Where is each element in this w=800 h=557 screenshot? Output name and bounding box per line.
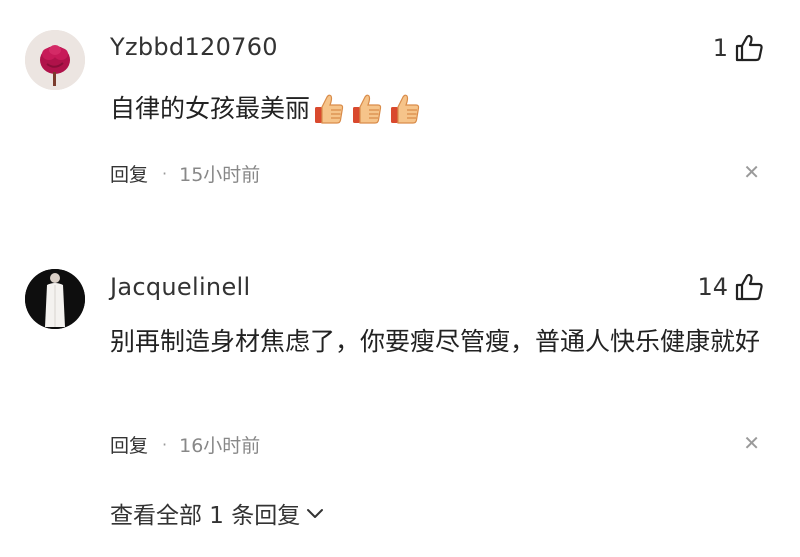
avatar-rose-image: [25, 30, 85, 90]
thumbs-up-emoji: [312, 93, 346, 127]
avatar[interactable]: [25, 269, 85, 329]
avatar[interactable]: [25, 30, 85, 90]
avatar-figure-image: [25, 269, 85, 329]
view-replies-label: 查看全部 1 条回复: [110, 503, 301, 529]
close-icon[interactable]: ✕: [743, 431, 760, 455]
like-button[interactable]: 1: [713, 34, 764, 62]
comment-text: 自律的女孩最美丽: [110, 88, 770, 129]
comment-username[interactable]: Yzbbd120760: [110, 33, 278, 61]
like-button[interactable]: 14: [697, 273, 764, 301]
reply-button[interactable]: 回复: [110, 431, 148, 458]
like-count: 14: [697, 273, 728, 301]
thumbs-up-outline-icon[interactable]: [734, 273, 764, 301]
comment-meta: 回复 · 15小时前: [110, 160, 260, 187]
comment-meta: 回复 · 16小时前: [110, 431, 260, 458]
separator-dot: ·: [162, 435, 168, 454]
thumbs-up-emoji: [350, 93, 384, 127]
chevron-down-icon: [306, 500, 324, 526]
reply-button[interactable]: 回复: [110, 160, 148, 187]
comment-time: 15小时前: [179, 164, 261, 186]
separator-dot: ·: [162, 164, 168, 183]
comment-text: 别再制造身材焦虑了，你要瘦尽管瘦，普通人快乐健康就好: [110, 327, 761, 356]
thumbs-up-emoji: [388, 93, 422, 127]
comment-item: Jacquelinell 14 别再制造身材焦虑了，你要瘦尽管瘦，普通人快乐健康…: [0, 258, 800, 557]
thumbs-up-outline-icon[interactable]: [734, 34, 764, 62]
comment-username[interactable]: Jacquelinell: [110, 273, 250, 301]
emoji-group: [312, 93, 422, 127]
close-icon[interactable]: ✕: [743, 160, 760, 184]
comment-time: 16小时前: [179, 435, 261, 457]
comment-text-body: 自律的女孩最美丽: [110, 94, 311, 123]
comment-item: Yzbbd120760 1 自律的女孩最美丽 回复 · 15小时前 ✕: [0, 0, 800, 230]
like-count: 1: [712, 34, 728, 62]
view-all-replies-button[interactable]: 查看全部 1 条回复: [110, 496, 324, 530]
